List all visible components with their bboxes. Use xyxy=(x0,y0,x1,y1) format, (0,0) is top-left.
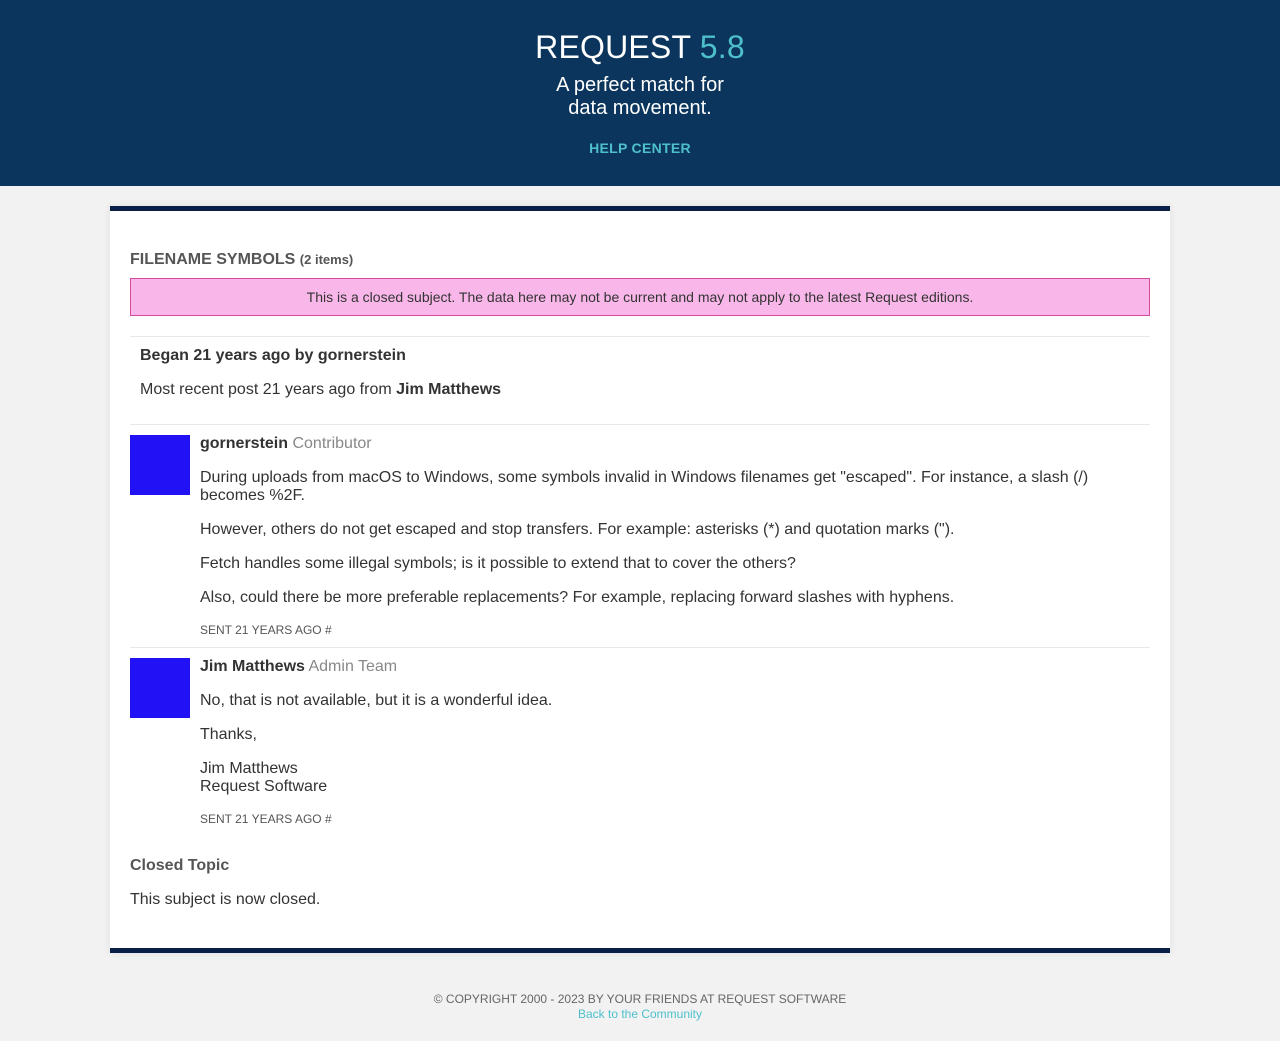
topic-card: FILENAME SYMBOLS (2 items) This is a clo… xyxy=(110,206,1170,953)
author-name: Jim Matthews xyxy=(200,658,305,675)
author-role: Admin Team xyxy=(308,658,398,675)
post-paragraph: However, others do not get escaped and s… xyxy=(200,521,955,538)
topic-item-count: (2 items) xyxy=(299,252,354,267)
signature-company: Request Software xyxy=(200,778,328,795)
post-paragraph: No, that is not available, but it is a w… xyxy=(200,692,553,709)
brand-name: REQUEST xyxy=(535,29,691,65)
post-paragraph: Also, could there be more preferable rep… xyxy=(200,589,955,606)
post-paragraph: During uploads from macOS to Windows, so… xyxy=(200,469,1089,504)
avatar xyxy=(130,435,190,495)
post: gornerstein Contributor During uploads f… xyxy=(130,425,1150,648)
author-name: gornerstein xyxy=(200,435,289,452)
recent-post-author: Jim Matthews xyxy=(396,381,502,398)
tagline: A perfect match for data movement. xyxy=(0,74,1280,120)
brand-title: REQUEST 5.8 xyxy=(0,28,1280,66)
post-sent-link[interactable]: SENT 21 YEARS AGO # xyxy=(200,812,1150,826)
signature-name: Jim Matthews xyxy=(200,760,298,777)
help-center-link[interactable]: HELP CENTER xyxy=(589,140,691,156)
site-footer: © COPYRIGHT 2000 - 2023 BY YOUR FRIENDS … xyxy=(0,992,1280,1022)
post-author: gornerstein Contributor xyxy=(200,425,1150,453)
site-header: REQUEST 5.8 A perfect match for data mov… xyxy=(0,0,1280,186)
post-paragraph: Thanks, xyxy=(200,726,257,743)
post-paragraph: Fetch handles some illegal symbols; is i… xyxy=(200,555,796,572)
tagline-line-2: data movement. xyxy=(568,97,712,119)
recent-post-prefix: Most recent post 21 years ago from xyxy=(140,381,392,398)
post: Jim Matthews Admin Team No, that is not … xyxy=(130,648,1150,826)
copyright-text: © COPYRIGHT 2000 - 2023 BY YOUR FRIENDS … xyxy=(433,992,847,1006)
author-role: Contributor xyxy=(292,435,372,452)
avatar xyxy=(130,658,190,718)
post-signature: Jim Matthews Request Software xyxy=(200,760,1150,796)
tagline-line-1: A perfect match for xyxy=(556,74,724,96)
closed-topic-text: This subject is now closed. xyxy=(130,891,321,908)
back-to-community-link[interactable]: Back to the Community xyxy=(578,1007,702,1021)
topic-title: FILENAME SYMBOLS (2 items) xyxy=(130,250,1150,270)
topic-meta: Began 21 years ago by gornerstein Most r… xyxy=(130,336,1150,425)
topic-title-text: FILENAME SYMBOLS xyxy=(130,251,296,268)
closed-notice-banner: This is a closed subject. The data here … xyxy=(130,278,1150,316)
brand-version: 5.8 xyxy=(699,29,745,65)
topic-recent-post: Most recent post 21 years ago from Jim M… xyxy=(140,381,1140,399)
post-author: Jim Matthews Admin Team xyxy=(200,648,1150,676)
closed-topic-heading: Closed Topic xyxy=(130,857,230,874)
post-sent-link[interactable]: SENT 21 YEARS AGO # xyxy=(200,623,1150,637)
topic-began: Began 21 years ago by gornerstein xyxy=(140,347,406,364)
